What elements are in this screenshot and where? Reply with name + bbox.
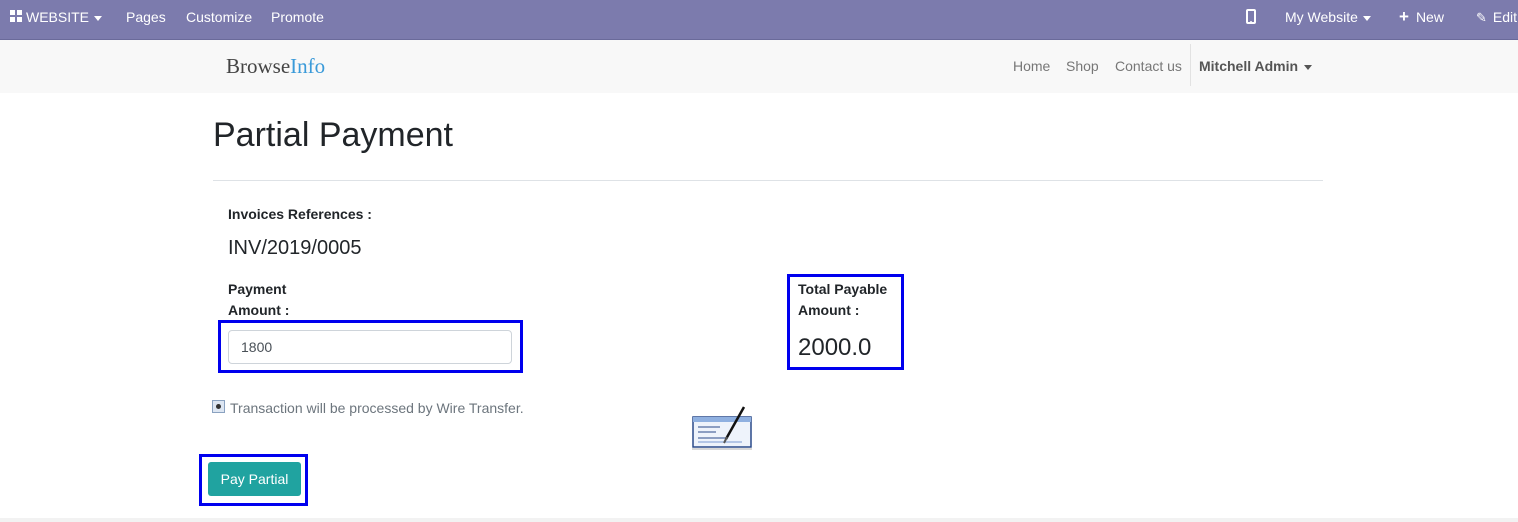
- new-button[interactable]: + New: [1399, 0, 1444, 34]
- chevron-down-icon: [94, 15, 103, 21]
- my-website-menu[interactable]: My Website: [1285, 0, 1371, 34]
- nav-link-home[interactable]: Home: [1013, 58, 1050, 74]
- new-label: New: [1415, 9, 1444, 25]
- user-name: Mitchell Admin: [1199, 58, 1299, 74]
- grid-icon: [10, 10, 23, 23]
- payment-amount-label-line1: Payment: [228, 281, 287, 297]
- wire-transfer-check-icon: [692, 406, 752, 450]
- page-title: Partial Payment: [213, 116, 453, 154]
- brand-text-highlight: Info: [290, 54, 326, 78]
- pencil-icon: ✎: [1476, 10, 1487, 25]
- website-menu[interactable]: WEBSITE: [10, 0, 103, 34]
- admin-top-bar: WEBSITE Pages Customize Promote My Websi…: [0, 0, 1518, 40]
- pages-menu[interactable]: Pages: [126, 0, 166, 34]
- edit-label: Edit: [1492, 9, 1518, 25]
- brand-logo[interactable]: BrowseInfo: [226, 54, 325, 79]
- payment-amount-highlight: [218, 320, 523, 373]
- mobile-preview-button[interactable]: [1246, 0, 1256, 34]
- nav-link-shop[interactable]: Shop: [1066, 58, 1099, 74]
- payment-amount-label-line2: Amount :: [228, 302, 290, 318]
- footer-divider: [0, 518, 1518, 522]
- website-menu-label: WEBSITE: [26, 9, 90, 25]
- payment-amount-label: Payment Amount :: [228, 279, 289, 321]
- site-navbar: BrowseInfo Home Shop Contact us Mitchell…: [0, 40, 1518, 93]
- user-menu[interactable]: Mitchell Admin: [1199, 58, 1313, 74]
- nav-link-contact[interactable]: Contact us: [1115, 58, 1182, 74]
- total-payable-highlight: [787, 274, 904, 370]
- pay-button-highlight: [199, 454, 308, 506]
- invoice-reference-value: INV/2019/0005: [228, 237, 362, 259]
- customize-menu[interactable]: Customize: [186, 0, 252, 34]
- chevron-down-icon: [1304, 64, 1313, 70]
- plus-icon: +: [1399, 7, 1409, 26]
- promote-menu[interactable]: Promote: [271, 0, 324, 34]
- mobile-phone-icon: [1246, 9, 1256, 24]
- nav-divider: [1190, 44, 1191, 86]
- invoice-references-label: Invoices References :: [228, 206, 372, 222]
- chevron-down-icon: [1362, 15, 1371, 21]
- wire-transfer-radio[interactable]: [212, 400, 225, 413]
- edit-button[interactable]: ✎ Edit: [1476, 0, 1517, 34]
- title-divider: [213, 180, 1323, 181]
- brand-text: Browse: [226, 54, 291, 78]
- payment-method-text: Transaction will be processed by Wire Tr…: [230, 400, 524, 416]
- my-website-label: My Website: [1285, 9, 1358, 25]
